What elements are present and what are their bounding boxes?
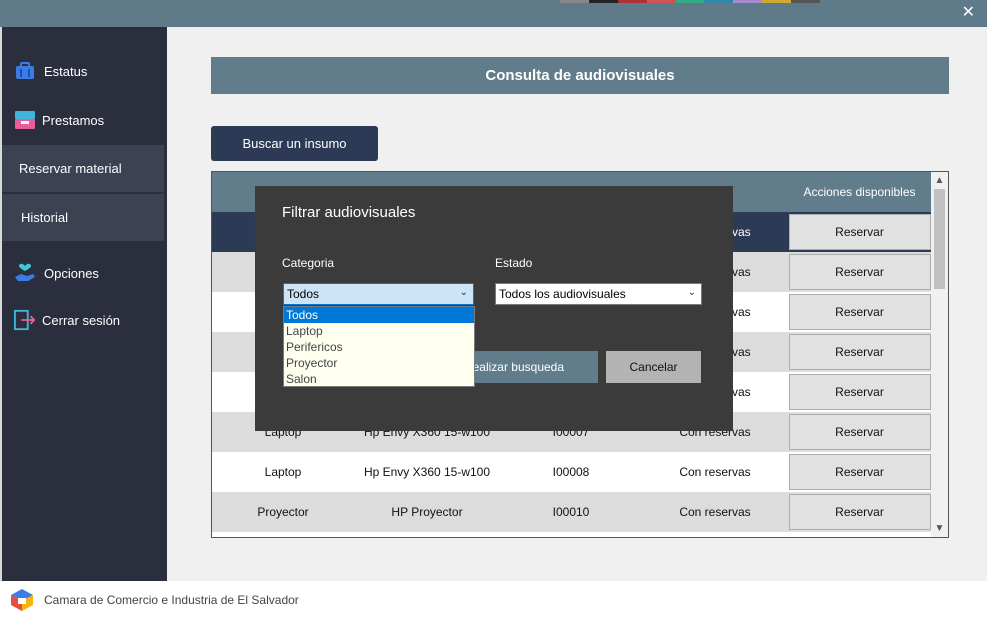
- cell-code: I00008: [552, 465, 590, 479]
- sidebar-item-estatus[interactable]: Estatus: [2, 47, 164, 95]
- cell-model: Hp Envy X360 15-w100: [363, 465, 491, 479]
- footer-organization-name: Camara de Comercio e Industria de El Sal…: [44, 593, 299, 607]
- briefcase-icon: [14, 60, 36, 82]
- dropdown-option[interactable]: Laptop: [284, 323, 474, 339]
- category-select-value: Todos: [287, 287, 320, 301]
- page-title: Consulta de audiovisuales: [211, 57, 949, 94]
- cell-actions: Reservar: [788, 252, 931, 292]
- sidebar-item-label: Opciones: [44, 265, 99, 281]
- state-select[interactable]: Todos los audiovisuales ⌄: [495, 283, 702, 305]
- cell-status: Con reservas: [679, 465, 751, 479]
- dropdown-option[interactable]: Perifericos: [284, 339, 474, 355]
- cell-actions: Reservar: [788, 452, 931, 492]
- cell-actions: Reservar: [788, 492, 931, 532]
- footer: Camara de Comercio e Industria de El Sal…: [0, 581, 987, 617]
- sidebar-item-label: Reservar material: [19, 161, 122, 176]
- reservar-button[interactable]: Reservar: [788, 294, 931, 330]
- category-label: Categoria: [282, 256, 335, 270]
- sidebar: Estatus Prestamos Reservar material Hist…: [0, 27, 167, 581]
- sidebar-item-label: Prestamos: [42, 112, 105, 128]
- state-label: Estado: [495, 256, 533, 270]
- sidebar-item-label: Cerrar sesión: [42, 312, 121, 328]
- cell-code: I00010: [552, 505, 590, 519]
- sidebar-item-label: Estatus: [44, 63, 88, 79]
- reservar-button[interactable]: Reservar: [788, 374, 931, 410]
- dropdown-option[interactable]: Todos: [284, 307, 474, 323]
- reservar-button[interactable]: Reservar: [788, 454, 931, 490]
- sidebar-item-label: Historial: [21, 210, 68, 225]
- chevron-down-icon: ⌄: [687, 287, 696, 298]
- state-select-value: Todos los audiovisuales: [499, 287, 626, 301]
- table-row[interactable]: Proyector HP Proyector I00010 Con reserv…: [212, 492, 931, 532]
- logout-icon: [14, 309, 36, 331]
- sidebar-item-prestamos[interactable]: Prestamos: [2, 96, 164, 144]
- sidebar-item-reservar-material[interactable]: Reservar material: [2, 145, 164, 193]
- inbox-icon: [14, 109, 36, 131]
- dialog-title: Filtrar audiovisuales: [282, 204, 416, 221]
- title-bar: ✕: [0, 0, 987, 27]
- title-bar-color-strip: [560, 0, 821, 3]
- sidebar-item-historial[interactable]: Historial: [2, 194, 164, 242]
- cell-actions: Reservar: [788, 412, 931, 452]
- cell-actions: Reservar: [788, 292, 931, 332]
- scroll-down-icon[interactable]: ▼: [931, 520, 948, 537]
- cell-category: Proyector: [257, 505, 309, 519]
- cell-actions: Reservar: [788, 332, 931, 372]
- cell-actions: Reservar: [788, 212, 931, 252]
- sidebar-item-cerrar-sesion[interactable]: Cerrar sesión: [2, 296, 164, 344]
- scroll-up-icon[interactable]: ▲: [931, 172, 948, 189]
- reservar-button[interactable]: Reservar: [788, 494, 931, 530]
- close-icon[interactable]: ✕: [962, 4, 975, 22]
- dropdown-option[interactable]: Proyector: [284, 355, 474, 371]
- reservar-button[interactable]: Reservar: [788, 254, 931, 290]
- category-dropdown-list: Todos Laptop Perifericos Proyector Salon: [283, 306, 475, 387]
- column-header-actions: Acciones disponibles: [803, 185, 916, 199]
- table-row[interactable]: Laptop Hp Envy X360 15-w100 I00008 Con r…: [212, 452, 931, 492]
- reservar-button[interactable]: Reservar: [788, 414, 931, 450]
- table-scrollbar[interactable]: ▲ ▼: [931, 172, 948, 537]
- cell-model: HP Proyector: [391, 505, 463, 519]
- cell-actions: Reservar: [788, 372, 931, 412]
- category-select[interactable]: Todos ⌄: [283, 283, 474, 305]
- reservar-button[interactable]: Reservar: [788, 214, 931, 250]
- search-insumo-button[interactable]: Buscar un insumo: [211, 126, 378, 161]
- company-logo-icon: [10, 588, 34, 612]
- cell-category: Laptop: [264, 465, 302, 479]
- sidebar-item-opciones[interactable]: Opciones: [2, 249, 164, 297]
- cancel-button[interactable]: Cancelar: [606, 351, 701, 383]
- hand-heart-icon: [14, 262, 36, 284]
- scrollbar-thumb[interactable]: [934, 189, 945, 289]
- dropdown-option[interactable]: Salon: [284, 371, 474, 387]
- cell-status: Con reservas: [679, 505, 751, 519]
- chevron-down-icon: ⌄: [459, 287, 468, 298]
- reservar-button[interactable]: Reservar: [788, 334, 931, 370]
